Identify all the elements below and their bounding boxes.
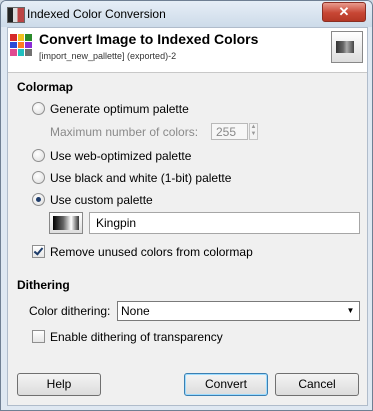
- palette-preview-button[interactable]: [49, 212, 83, 234]
- title-bar[interactable]: Indexed Color Conversion ✕: [1, 1, 372, 27]
- radio-label: Use black and white (1-bit) palette: [50, 171, 232, 185]
- checkbox-label: Remove unused colors from colormap: [50, 245, 253, 259]
- dialog-header: Convert Image to Indexed Colors [import_…: [8, 28, 367, 73]
- color-dithering-select[interactable]: None ▼: [117, 301, 360, 321]
- dialog-window: Indexed Color Conversion ✕ Convert Image…: [0, 0, 373, 411]
- gimp-app-icon: [7, 7, 25, 23]
- checkbox-label: Enable dithering of transparency: [50, 330, 223, 344]
- spin-up-icon[interactable]: ▲: [250, 124, 257, 131]
- max-colors-input[interactable]: 255: [211, 123, 248, 140]
- header-title: Convert Image to Indexed Colors: [39, 31, 259, 47]
- cancel-button[interactable]: Cancel: [275, 373, 359, 396]
- radio-label: Use custom palette: [50, 193, 153, 207]
- radio-indicator: [32, 102, 45, 115]
- radio-label: Use web-optimized palette: [50, 149, 192, 163]
- radio-label: Generate optimum palette: [50, 102, 189, 116]
- window-title: Indexed Color Conversion: [27, 7, 166, 21]
- max-colors-stepper[interactable]: ▲ ▼: [249, 123, 258, 140]
- max-colors-label: Maximum number of colors:: [50, 125, 199, 139]
- radio-indicator: [32, 171, 45, 184]
- radio-indicator: [32, 149, 45, 162]
- color-dithering-label: Color dithering:: [29, 304, 111, 318]
- spin-down-icon[interactable]: ▼: [250, 131, 257, 138]
- select-value: None: [121, 304, 150, 318]
- image-thumbnail: [331, 31, 363, 63]
- palette-grid-icon: [10, 34, 32, 56]
- checkbox-unchecked: [32, 330, 45, 343]
- dithering-heading: Dithering: [17, 278, 70, 292]
- close-button[interactable]: ✕: [322, 2, 366, 22]
- help-button[interactable]: Help: [17, 373, 101, 396]
- convert-button[interactable]: Convert: [184, 373, 268, 396]
- palette-gradient-icon: [53, 216, 79, 230]
- palette-name-field[interactable]: Kingpin: [89, 212, 360, 234]
- colormap-heading: Colormap: [17, 80, 74, 94]
- checkbox-checked: [32, 245, 45, 258]
- dialog-content: Convert Image to Indexed Colors [import_…: [7, 27, 368, 406]
- radio-indicator-selected: [32, 193, 45, 206]
- header-subtitle: [import_new_pallette] (exported)-2: [39, 51, 177, 61]
- chevron-down-icon[interactable]: ▼: [344, 304, 357, 318]
